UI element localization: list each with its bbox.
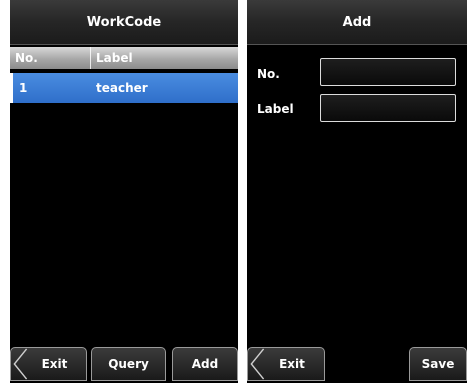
row-no-cell: 1 <box>19 81 28 95</box>
bottom-toolbar: Exit Save <box>247 343 467 383</box>
no-field-label: No. <box>257 67 280 81</box>
query-button-label: Query <box>108 357 149 371</box>
no-input[interactable] <box>320 58 456 86</box>
bottom-toolbar: Exit Query Add <box>10 343 238 383</box>
back-chevron-icon <box>13 348 28 380</box>
table-row[interactable]: 1 teacher <box>10 73 238 103</box>
back-chevron-icon <box>250 348 265 380</box>
row-label-cell: teacher <box>96 81 148 95</box>
exit-button-label: Exit <box>41 357 68 371</box>
save-button[interactable]: Save <box>409 347 467 381</box>
save-button-label: Save <box>421 357 455 371</box>
query-button[interactable]: Query <box>91 347 166 381</box>
add-title: Add <box>247 0 467 45</box>
exit-button[interactable]: Exit <box>247 347 325 381</box>
add-screen: Add No. Label Exit Save <box>247 0 467 383</box>
exit-button[interactable]: Exit <box>10 347 87 381</box>
column-header-label: Label <box>96 51 133 65</box>
table-header: No. Label <box>10 47 238 69</box>
label-input[interactable] <box>320 94 456 122</box>
column-header-no: No. <box>15 51 38 65</box>
column-separator <box>90 47 91 69</box>
label-field-label: Label <box>257 102 294 116</box>
add-button-label: Add <box>191 357 219 371</box>
add-button[interactable]: Add <box>172 347 238 381</box>
exit-button-label: Exit <box>279 357 305 371</box>
workcode-title: WorkCode <box>10 0 238 45</box>
workcode-screen: WorkCode No. Label 1 teacher Exit Query … <box>10 0 238 383</box>
